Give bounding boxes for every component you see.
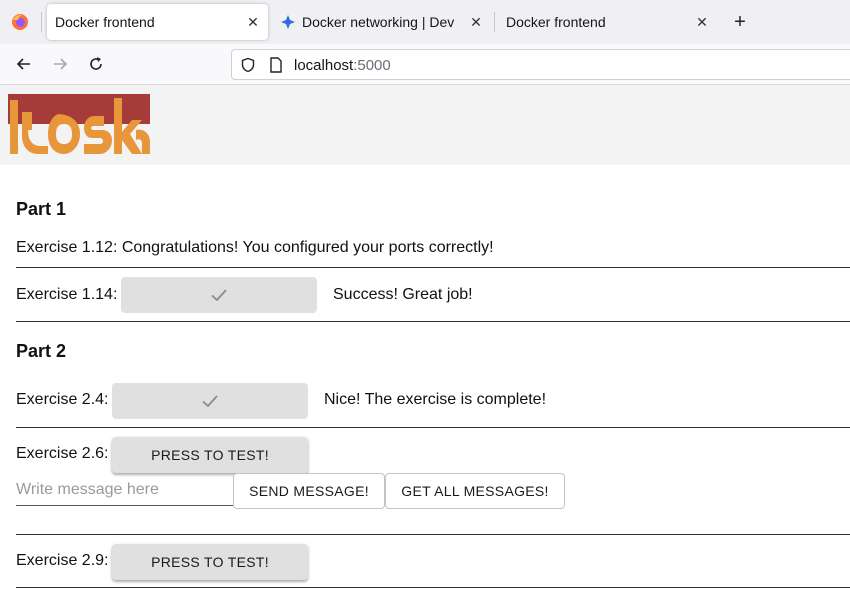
exercise-1-14-status: Success! Great job! (333, 286, 473, 303)
toska-logo (8, 94, 150, 156)
tab-title: Docker networking | Dev (302, 14, 455, 30)
part2-heading: Part 2 (16, 341, 67, 361)
tab-docker-frontend[interactable]: Docker frontend ✕ (47, 4, 268, 40)
exercise-2-9-label: Exercise 2.9: (16, 552, 109, 569)
address-bar[interactable]: localhost:5000 (231, 49, 850, 80)
get-all-messages-button[interactable]: GET ALL MESSAGES! (385, 473, 565, 509)
tab-title: Docker frontend (55, 14, 155, 30)
tab-separator (41, 12, 42, 32)
tab-strip: Docker frontend ✕ Docker networking | De… (0, 0, 850, 44)
exercise-2-9-test-button[interactable]: PRESS TO TEST! (112, 544, 308, 580)
close-tab-icon[interactable]: ✕ (245, 14, 261, 30)
page-content: Part 1 Exercise 1.12: Congratulations! Y… (0, 85, 850, 590)
firefox-icon[interactable] (10, 12, 30, 32)
close-tab-icon[interactable]: ✕ (468, 14, 484, 30)
divider (16, 534, 850, 535)
exercise-2-4-status: Nice! The exercise is complete! (324, 391, 547, 408)
divider (16, 321, 850, 322)
tracking-protection-shield-icon[interactable] (240, 57, 256, 73)
tab-docker-frontend-2[interactable]: Docker frontend ✕ (498, 4, 719, 40)
send-message-button[interactable]: SEND MESSAGE! (233, 473, 385, 509)
exercise-1-14-done-button[interactable] (121, 277, 317, 313)
reload-icon[interactable] (86, 54, 106, 74)
exercise-2-6-label: Exercise 2.6: (16, 445, 109, 462)
divider (16, 427, 850, 428)
divider (16, 587, 850, 588)
devopswithdocker-favicon-icon (281, 15, 295, 29)
url-text: localhost:5000 (294, 57, 391, 74)
exercise-1-14-label: Exercise 1.14: (16, 286, 118, 303)
tab-docker-networking[interactable]: Docker networking | Dev ✕ (272, 4, 490, 40)
forward-arrow-icon[interactable] (50, 54, 70, 74)
exercise-2-4-done-button[interactable] (112, 383, 308, 419)
tab-title: Docker frontend (506, 14, 606, 30)
url-port: :5000 (353, 57, 391, 74)
navigation-bar: localhost:5000 (0, 44, 850, 85)
close-tab-icon[interactable]: ✕ (694, 14, 710, 30)
exercise-2-6-test-button[interactable]: PRESS TO TEST! (112, 437, 308, 473)
url-host: localhost (294, 57, 354, 74)
page-info-icon[interactable] (269, 57, 283, 73)
tab-separator (494, 12, 495, 32)
new-tab-button[interactable]: + (730, 12, 750, 32)
message-input[interactable] (16, 474, 234, 506)
exercise-2-4-label: Exercise 2.4: (16, 391, 109, 408)
checkmark-icon (202, 395, 218, 408)
exercise-1-12-text: Exercise 1.12: Congratulations! You conf… (16, 239, 494, 256)
checkmark-icon (211, 289, 227, 302)
page-header (0, 85, 850, 165)
back-arrow-icon[interactable] (14, 54, 34, 74)
part1-heading: Part 1 (16, 199, 67, 219)
divider (16, 267, 850, 268)
